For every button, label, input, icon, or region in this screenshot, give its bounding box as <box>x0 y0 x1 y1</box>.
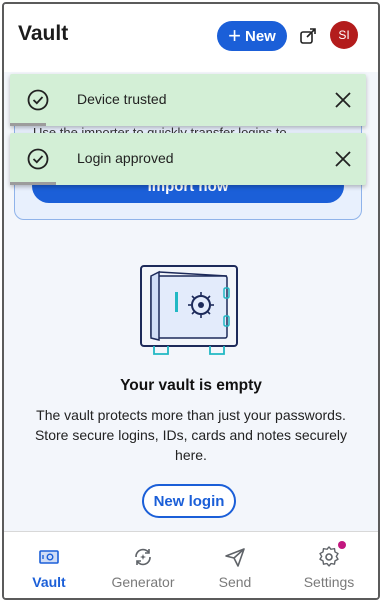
toast-message: Login approved <box>77 150 174 166</box>
page-title: Vault <box>18 22 69 45</box>
toast-progress-bar <box>10 123 46 126</box>
generator-icon <box>135 548 151 566</box>
new-login-button[interactable]: New login <box>142 484 236 518</box>
nav-item-generator[interactable]: Generator <box>98 532 188 598</box>
check-circle-icon <box>27 148 49 170</box>
vault-illustration-icon <box>140 265 238 355</box>
nav-label: Generator <box>111 574 175 590</box>
nav-label: Send <box>218 574 252 590</box>
close-icon[interactable] <box>334 91 352 109</box>
notification-badge <box>338 541 346 549</box>
bottom-navigation: Vault Generator Send Settings <box>4 531 378 598</box>
nav-label: Vault <box>32 574 66 590</box>
popout-icon[interactable] <box>299 27 317 45</box>
empty-state-title: Your vault is empty <box>120 377 262 394</box>
check-circle-icon <box>27 89 49 111</box>
nav-label: Settings <box>303 574 355 590</box>
vault-icon <box>39 550 59 564</box>
send-icon <box>225 548 245 567</box>
avatar[interactable]: SI <box>330 21 358 49</box>
gear-icon <box>319 546 339 567</box>
nav-item-send[interactable]: Send <box>190 532 280 598</box>
app-frame: Vault + New SI Use the importer to quick… <box>2 2 380 600</box>
app-header: Vault + New SI <box>4 4 378 72</box>
new-button-label: New <box>245 27 276 45</box>
toast-device-trusted: Device trusted <box>10 74 366 126</box>
toast-login-approved: Login approved <box>10 133 366 185</box>
nav-item-settings[interactable]: Settings <box>284 532 374 598</box>
plus-icon: + <box>228 23 241 48</box>
empty-state-description: The vault protects more than just your p… <box>34 407 348 463</box>
nav-item-vault[interactable]: Vault <box>4 532 94 598</box>
toast-progress-bar <box>10 182 57 185</box>
new-button[interactable]: + New <box>217 21 287 51</box>
close-icon[interactable] <box>334 150 352 168</box>
toast-message: Device trusted <box>77 91 167 107</box>
